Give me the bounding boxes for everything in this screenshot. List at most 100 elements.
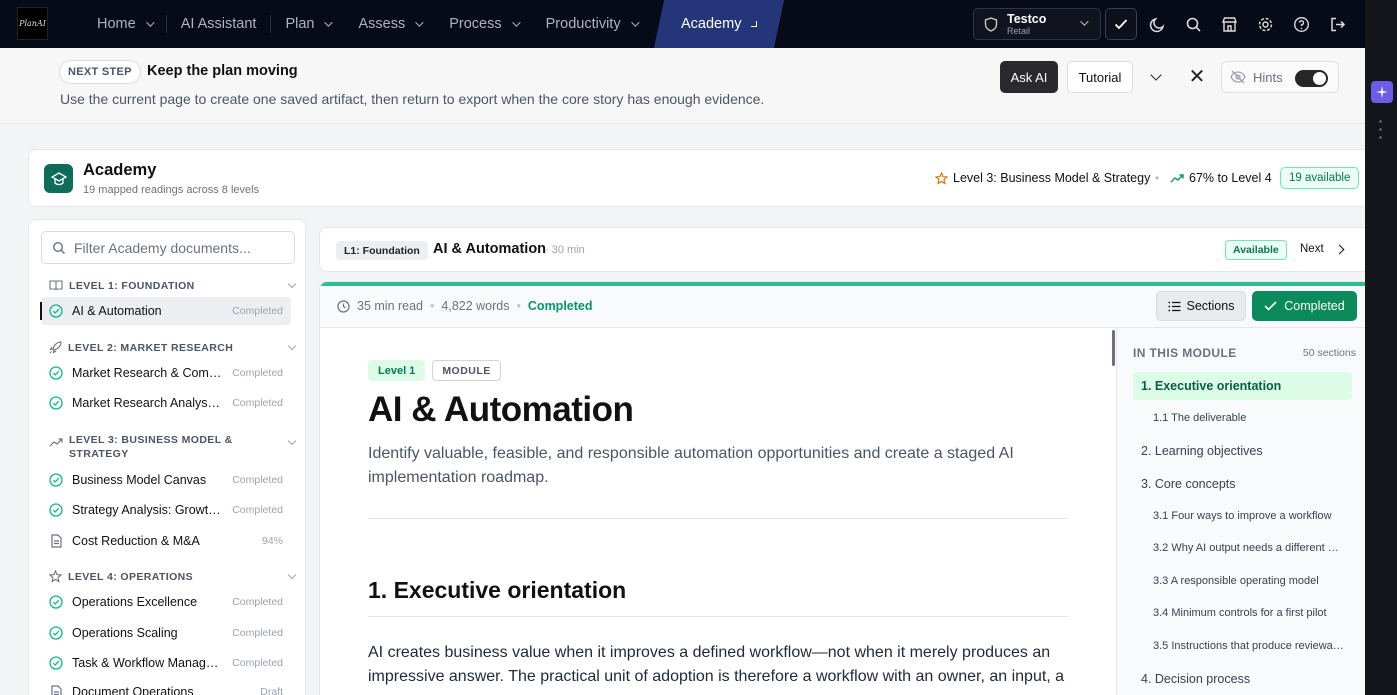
- mark-completed-button[interactable]: Completed: [1252, 291, 1357, 321]
- next-step-banner: NEXT STEP Keep the plan moving Use the c…: [0, 48, 1365, 124]
- type-tag: MODULE: [432, 360, 501, 381]
- hints-toggle-group: Hints: [1221, 61, 1339, 93]
- completion-status: Completed: [527, 299, 593, 313]
- check-circle-icon: [49, 304, 63, 318]
- level-3-header[interactable]: LEVEL 3: BUSINESS MODEL & STRATEGY: [49, 433, 297, 461]
- article-title: AI & Automation: [368, 390, 634, 429]
- toc-item[interactable]: 3.1 Four ways to improve a workflow: [1133, 502, 1352, 530]
- check-circle-icon: [49, 656, 63, 670]
- toc-item[interactable]: 3. Core concepts: [1133, 470, 1352, 498]
- gear-icon[interactable]: [1255, 14, 1275, 34]
- toc-item[interactable]: 1.1 The deliverable: [1133, 404, 1352, 432]
- sidebar-doc-market-research-comp[interactable]: Market Research & Comp… Completed: [41, 359, 291, 387]
- sections-button[interactable]: Sections: [1156, 291, 1246, 321]
- toc-item[interactable]: 3.5 Instructions that produce reviewa…: [1133, 632, 1352, 660]
- academy-header: Academy 19 mapped readings across 8 leve…: [28, 149, 1365, 207]
- nav-home[interactable]: Home: [83, 0, 166, 48]
- sidebar-doc-ai-automation[interactable]: AI & Automation Completed: [40, 297, 291, 325]
- page-title: Academy: [83, 161, 157, 179]
- logout-icon[interactable]: [1327, 14, 1347, 34]
- org-name: Testco: [1007, 11, 1047, 26]
- nav-ai-assistant[interactable]: AI Assistant: [167, 0, 271, 48]
- planai-logo[interactable]: PlanAI: [17, 7, 48, 40]
- level-badge: L1: Foundation: [336, 241, 428, 260]
- org-type: Retail: [1007, 25, 1031, 36]
- star-icon: [49, 570, 62, 583]
- check-circle-icon: [49, 473, 63, 487]
- toc-count: 50 sections: [1302, 347, 1356, 359]
- list-icon: [1167, 301, 1181, 311]
- available-badge[interactable]: 19 available: [1280, 167, 1360, 189]
- rocket-icon: [49, 341, 62, 354]
- word-count: 4,822 words: [441, 299, 510, 313]
- scrollbar-thumb[interactable]: [1112, 330, 1115, 366]
- filter-input[interactable]: [74, 239, 284, 256]
- chevron-down-icon: [287, 341, 297, 351]
- drag-handle[interactable]: [1379, 120, 1383, 144]
- close-icon[interactable]: ✕: [1186, 66, 1208, 88]
- main-content: Academy 19 mapped readings across 8 leve…: [0, 124, 1365, 695]
- star-icon: [935, 171, 948, 185]
- document-reader: 35 min read • 4,822 words • Completed Se…: [319, 281, 1365, 695]
- search-icon[interactable]: [1183, 14, 1203, 34]
- academy-sidebar: LEVEL 1: FOUNDATION AI & AutomationCompl…: [28, 219, 306, 695]
- right-edge-panel: [1365, 0, 1397, 695]
- sidebar-doc-operations-scaling[interactable]: Operations Scaling Completed: [41, 619, 291, 647]
- chevron-down-icon: [287, 279, 297, 289]
- availability-badge: Available: [1225, 240, 1287, 260]
- check-circle-icon: [49, 503, 63, 517]
- sidebar-doc-cost-reduction[interactable]: Cost Reduction & M&A 94%: [41, 527, 291, 555]
- toc-item[interactable]: 3.3 A responsible operating model: [1133, 567, 1352, 595]
- moon-icon[interactable]: [1147, 14, 1167, 34]
- organization-switcher[interactable]: Testco Retail: [973, 8, 1101, 40]
- level-1-header[interactable]: LEVEL 1: FOUNDATION: [49, 279, 297, 293]
- chevron-down-icon: [751, 21, 758, 27]
- level-2-header[interactable]: LEVEL 2: MARKET RESEARCH: [49, 341, 297, 355]
- nav-plan[interactable]: Plan: [271, 0, 344, 48]
- ask-ai-button[interactable]: Ask AI: [1000, 61, 1058, 93]
- chevron-down-icon: [287, 436, 297, 446]
- current-level: Level 3: Business Model & Strategy: [935, 171, 1150, 185]
- sidebar-doc-market-research-analysis[interactable]: Market Research Analysis … Completed: [41, 389, 291, 417]
- next-step-badge: NEXT STEP: [59, 60, 141, 84]
- reader-toolbar: 35 min read • 4,822 words • Completed Se…: [320, 286, 1365, 328]
- toc-item[interactable]: 3.4 Minimum controls for a first pilot: [1133, 599, 1352, 627]
- chevron-right-icon[interactable]: [1334, 244, 1345, 255]
- filter-field[interactable]: [41, 231, 295, 264]
- nav-process[interactable]: Process: [435, 0, 531, 48]
- eye-off-icon: [1230, 70, 1246, 84]
- sidebar-doc-strategy-analysis[interactable]: Strategy Analysis: Growth … Completed: [41, 496, 291, 524]
- toc-item[interactable]: 2. Learning objectives: [1133, 437, 1352, 465]
- tutorial-button[interactable]: Tutorial: [1067, 61, 1133, 93]
- top-navigation: PlanAI Home AI Assistant Plan Assess Pro…: [0, 0, 1365, 48]
- document-duration: · 30 min: [545, 244, 585, 256]
- book-icon: [49, 280, 63, 291]
- toc-item[interactable]: 1. Executive orientation: [1133, 372, 1352, 400]
- check-circle-icon: [49, 366, 63, 380]
- nav-assess[interactable]: Assess: [344, 0, 435, 48]
- read-time: 35 min read: [357, 299, 424, 313]
- document-header-bar: L1: Foundation AI & Automation · 30 min …: [319, 227, 1365, 272]
- toc-heading: IN THIS MODULE: [1133, 346, 1237, 360]
- level-4-header[interactable]: LEVEL 4: OPERATIONS: [49, 570, 297, 584]
- chevron-down-icon: [630, 18, 640, 27]
- sparkle-icon[interactable]: [1371, 81, 1393, 103]
- toc-item[interactable]: 3.2 Why AI output needs a different …: [1133, 534, 1352, 562]
- nav-academy[interactable]: Academy: [653, 0, 785, 48]
- shield-icon: [984, 16, 998, 32]
- sidebar-doc-operations-excellence[interactable]: Operations Excellence Completed: [41, 588, 291, 616]
- toc-item[interactable]: 4. Decision process: [1133, 665, 1352, 693]
- chevron-down-icon: [287, 570, 297, 580]
- help-icon[interactable]: [1291, 14, 1311, 34]
- store-icon[interactable]: [1219, 14, 1239, 34]
- document-icon: [51, 534, 62, 548]
- nav-productivity[interactable]: Productivity: [532, 0, 651, 48]
- checklist-button[interactable]: [1105, 8, 1137, 40]
- sidebar-doc-document-operations[interactable]: Document Operations Draft: [41, 678, 291, 695]
- chevron-down-icon[interactable]: [1150, 69, 1162, 81]
- hints-toggle[interactable]: [1295, 70, 1328, 87]
- next-step-description: Use the current page to create one saved…: [60, 91, 765, 107]
- sidebar-doc-business-model-canvas[interactable]: Business Model Canvas Completed: [41, 466, 291, 494]
- sidebar-doc-task-workflow[interactable]: Task & Workflow Manage… Completed: [41, 649, 291, 677]
- next-button[interactable]: Next: [1300, 243, 1324, 255]
